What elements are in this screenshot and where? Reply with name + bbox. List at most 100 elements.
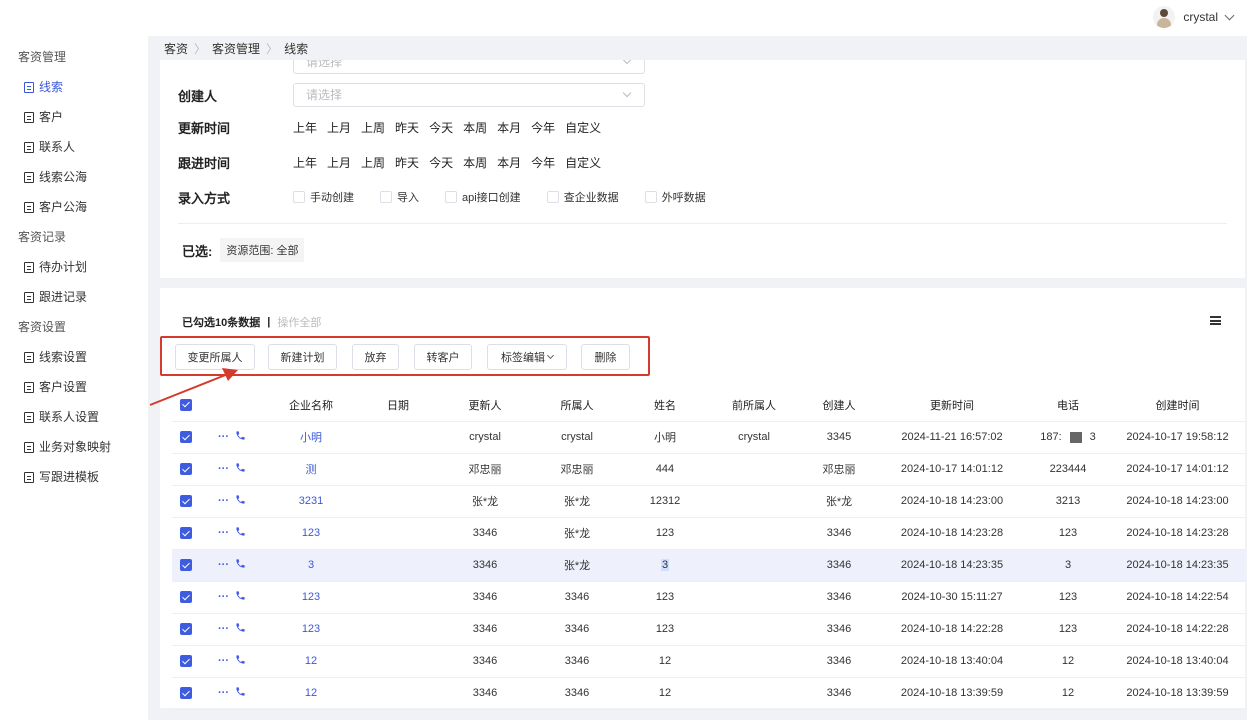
col-prev-owner[interactable]: 前所属人: [708, 389, 800, 422]
row-checkbox[interactable]: [172, 485, 200, 518]
time-option[interactable]: 今天: [429, 119, 453, 136]
partial-select[interactable]: 请选择: [293, 60, 645, 74]
filter-tag[interactable]: 资源范围: 全部: [220, 238, 305, 262]
time-option[interactable]: 今天: [429, 154, 453, 171]
time-option[interactable]: 昨天: [395, 154, 419, 171]
phone-icon[interactable]: [235, 494, 246, 508]
sidebar-item-leads[interactable]: 线索: [0, 72, 148, 102]
sidebar-item-customers[interactable]: 客户: [0, 102, 148, 132]
convert-customer-button[interactable]: 转客户: [414, 344, 472, 370]
table-row[interactable]: ··· 123 3346 张*龙 123 3346 2024-10-18 14:23:28 1…: [172, 517, 1245, 550]
row-checkbox[interactable]: [172, 517, 200, 550]
time-option[interactable]: 本月: [497, 119, 521, 136]
creator-select[interactable]: 请选择: [293, 83, 645, 107]
sidebar-item-object-mapping[interactable]: 业务对象映射: [0, 432, 148, 462]
col-creator[interactable]: 创建人: [800, 389, 878, 422]
more-icon[interactable]: ···: [218, 559, 229, 571]
table-row[interactable]: ··· 123 3346 3346 123 3346 2024-10-30 15:11:27…: [172, 581, 1245, 614]
phone-icon[interactable]: [235, 462, 246, 476]
time-option[interactable]: 本周: [463, 119, 487, 136]
more-icon[interactable]: ···: [218, 655, 229, 667]
time-option[interactable]: 今年: [531, 119, 555, 136]
entry-method-checkbox[interactable]: 导入: [380, 189, 419, 205]
time-option[interactable]: 上年: [293, 154, 317, 171]
sidebar-item-contact-settings[interactable]: 联系人设置: [0, 402, 148, 432]
col-phone[interactable]: 电话: [1026, 389, 1110, 422]
col-owner[interactable]: 所属人: [532, 389, 622, 422]
tag-edit-button[interactable]: 标签编辑: [487, 344, 567, 370]
table-row[interactable]: ··· 123 3346 3346 123 3346 2024-10-18 14:22:28…: [172, 613, 1245, 646]
more-icon[interactable]: ···: [218, 495, 229, 507]
phone-icon[interactable]: [235, 590, 246, 604]
time-option[interactable]: 上周: [361, 154, 385, 171]
time-option[interactable]: 上月: [327, 119, 351, 136]
more-icon[interactable]: ···: [218, 623, 229, 635]
time-option[interactable]: 昨天: [395, 119, 419, 136]
company-link[interactable]: 12: [305, 655, 317, 667]
row-checkbox[interactable]: [172, 453, 200, 486]
company-link[interactable]: 3: [308, 559, 314, 571]
table-row[interactable]: ··· 小明 crystal crystal 小明 crystal 3345 2024-11-…: [172, 421, 1245, 454]
breadcrumb-item[interactable]: 客资管理: [212, 42, 260, 56]
row-checkbox[interactable]: [172, 421, 200, 454]
sidebar-item-customer-settings[interactable]: 客户设置: [0, 372, 148, 402]
col-updater[interactable]: 更新人: [438, 389, 532, 422]
company-link[interactable]: 小明: [300, 432, 322, 444]
sidebar-item-contacts[interactable]: 联系人: [0, 132, 148, 162]
table-row[interactable]: ··· 3231 张*龙 张*龙 12312 张*龙 2024-10-18 14:23:00…: [172, 485, 1245, 518]
more-icon[interactable]: ···: [218, 591, 229, 603]
user-menu[interactable]: crystal: [1153, 6, 1235, 28]
sidebar-item-follow-records[interactable]: 跟进记录: [0, 282, 148, 312]
time-option[interactable]: 本周: [463, 154, 487, 171]
company-link[interactable]: 12: [305, 687, 317, 699]
company-link[interactable]: 123: [302, 527, 320, 539]
company-link[interactable]: 123: [302, 591, 320, 603]
time-option[interactable]: 上年: [293, 119, 317, 136]
sidebar-item-lead-settings[interactable]: 线索设置: [0, 342, 148, 372]
change-owner-button[interactable]: 变更所属人: [175, 344, 255, 370]
table-row[interactable]: ··· 12 3346 3346 12 3346 2024-10-18 13:39:59 12…: [172, 677, 1245, 710]
more-icon[interactable]: ···: [218, 687, 229, 699]
entry-method-checkbox[interactable]: 手动创建: [293, 189, 354, 205]
time-option[interactable]: 今年: [531, 154, 555, 171]
select-all-checkbox[interactable]: [172, 389, 200, 422]
company-link[interactable]: 3231: [299, 495, 323, 507]
time-option[interactable]: 本月: [497, 154, 521, 171]
operate-all-link[interactable]: 操作全部: [277, 314, 321, 330]
col-name[interactable]: 姓名: [622, 389, 708, 422]
table-row[interactable]: ··· 测邓忠丽 邓忠丽 444 邓忠丽 2024-10-17 14:01:12 22344…: [172, 453, 1245, 486]
delete-button[interactable]: 删除: [581, 344, 630, 370]
more-icon[interactable]: ···: [218, 527, 229, 539]
entry-method-checkbox[interactable]: 外呼数据: [644, 189, 706, 205]
breadcrumb-item[interactable]: 客资: [164, 42, 188, 56]
time-option[interactable]: 自定义: [565, 119, 601, 136]
row-checkbox[interactable]: [172, 613, 200, 646]
col-date[interactable]: 日期: [358, 389, 438, 422]
phone-icon[interactable]: [235, 622, 246, 636]
abandon-button[interactable]: 放弃: [352, 344, 399, 370]
column-settings-icon[interactable]: [1210, 316, 1221, 325]
col-updated-time[interactable]: 更新时间: [878, 389, 1026, 422]
row-checkbox[interactable]: [172, 677, 200, 710]
company-link[interactable]: 123: [302, 623, 320, 635]
time-option[interactable]: 上周: [361, 119, 385, 136]
row-checkbox[interactable]: [172, 581, 200, 614]
phone-icon[interactable]: [235, 686, 246, 700]
more-icon[interactable]: ···: [218, 463, 229, 475]
more-icon[interactable]: ···: [218, 431, 229, 443]
phone-icon[interactable]: [235, 558, 246, 572]
table-row[interactable]: ··· 12 3346 3346 12 3346 2024-10-18 13:40:04 12…: [172, 645, 1245, 678]
new-plan-button[interactable]: 新建计划: [268, 344, 337, 370]
phone-icon[interactable]: [235, 526, 246, 540]
col-company[interactable]: 企业名称: [264, 389, 358, 422]
phone-icon[interactable]: [235, 430, 246, 444]
entry-method-checkbox[interactable]: api接口创建: [445, 189, 521, 205]
company-link[interactable]: 测: [306, 464, 317, 476]
sidebar-item-follow-template[interactable]: 写跟进模板: [0, 462, 148, 492]
row-checkbox[interactable]: [172, 645, 200, 678]
table-row[interactable]: ··· 3 3346 张*龙 3 3346 2024-10-18 14:23:35 3 2024…: [172, 549, 1245, 582]
time-option[interactable]: 上月: [327, 154, 351, 171]
phone-icon[interactable]: [235, 654, 246, 668]
sidebar-item-todo-plans[interactable]: 待办计划: [0, 252, 148, 282]
time-option[interactable]: 自定义: [565, 154, 601, 171]
